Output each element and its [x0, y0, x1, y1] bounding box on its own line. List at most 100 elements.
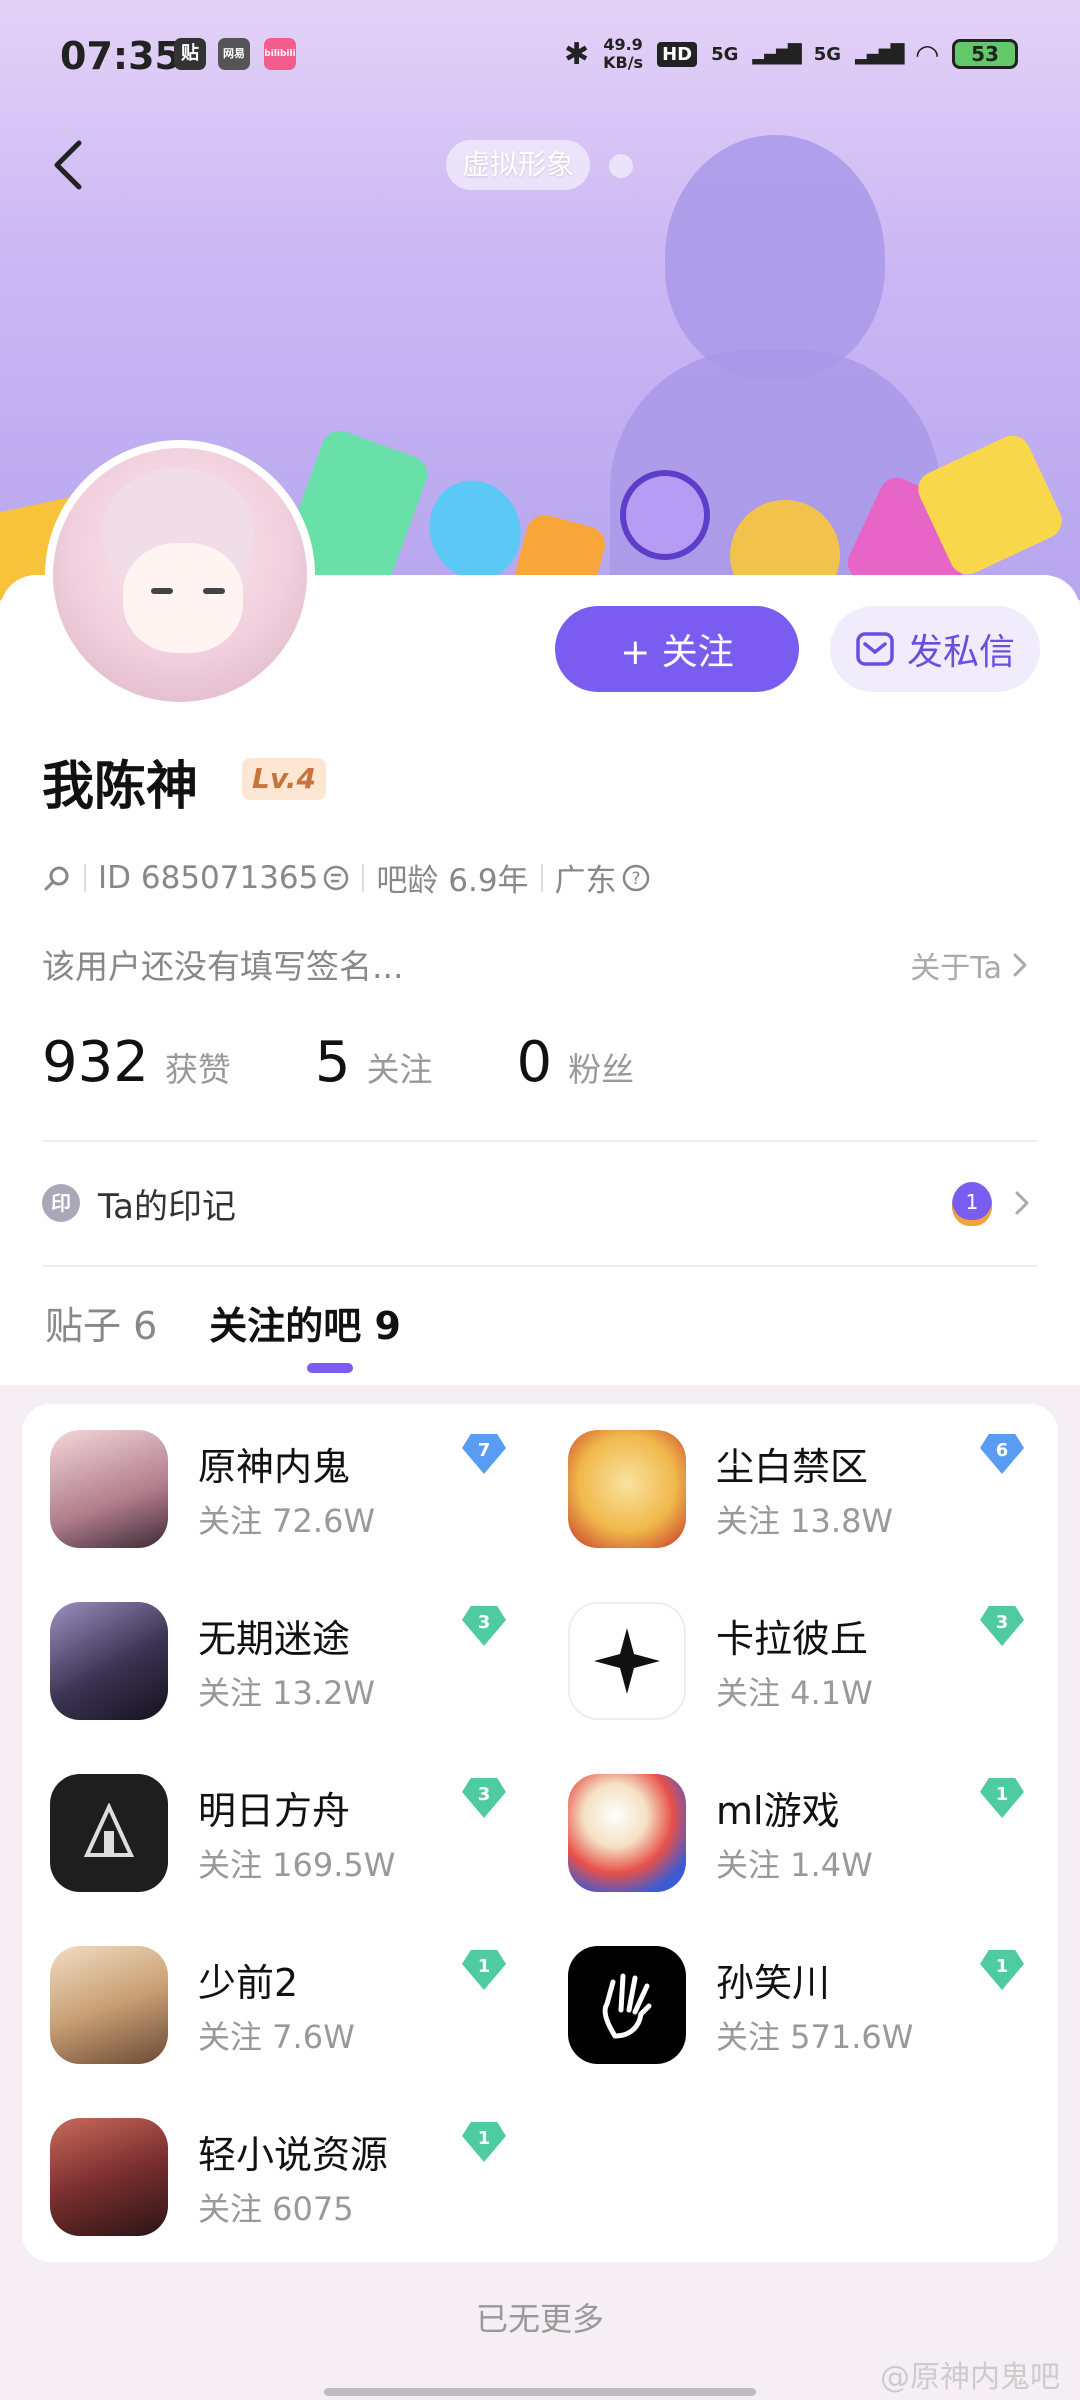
forum-followers: 关注 1.4W	[716, 1846, 873, 1884]
battery-icon: 53	[952, 39, 1018, 69]
home-indicator[interactable]	[324, 2388, 756, 2396]
stat-value: 5	[314, 1030, 351, 1095]
stat-value: 932	[42, 1030, 149, 1095]
signal-5g-icon: 5G	[813, 43, 842, 65]
divider	[42, 1265, 1038, 1267]
about-link[interactable]: 关于Ta	[910, 943, 1030, 987]
avatar-eye	[203, 588, 225, 594]
forum-item[interactable]: 卡拉彼丘 关注 4.1W 3	[540, 1576, 1040, 1720]
kalabiqiu-logo-icon	[594, 1628, 660, 1694]
stat-fans[interactable]: 0 粉丝	[517, 1030, 635, 1095]
avatar-novel	[50, 2118, 168, 2236]
avatar-wuqi	[50, 1602, 168, 1720]
hd-icon: HD	[657, 41, 698, 67]
net-speed: 49.9 KB/s	[603, 36, 643, 72]
forum-name: 卡拉彼丘	[716, 1617, 869, 1661]
stat-label: 粉丝	[568, 1050, 635, 1089]
about-label: 关于Ta	[910, 951, 1002, 986]
status-bar: 07:35 贴 网易 bilibili ✱ 49.9 KB/s HD 5G ▂▄…	[0, 22, 1080, 92]
follow-button[interactable]: + 关注	[555, 606, 799, 692]
forum-followers: 关注 13.8W	[716, 1502, 894, 1540]
forum-item[interactable]: 明日方舟 关注 169.5W 3	[22, 1748, 522, 1892]
question-icon[interactable]: ?	[621, 863, 651, 893]
forum-item[interactable]: 原神内鬼 关注 72.6W 7	[22, 1404, 522, 1548]
rhodes-island-logo-icon	[83, 1803, 135, 1857]
forum-followers: 关注 571.6W	[716, 2018, 914, 2056]
tab-indicator	[307, 1363, 353, 1373]
meta-divider	[540, 863, 543, 892]
user-stats: 932 获赞 5 关注 0 粉丝	[42, 1030, 718, 1095]
forum-name: 明日方舟	[198, 1789, 351, 1833]
stat-following[interactable]: 5 关注	[315, 1030, 433, 1095]
level-diamond-icon: 1	[462, 1950, 506, 1990]
level-badge[interactable]: Lv.4	[242, 758, 326, 800]
avatar-genshin	[50, 1430, 168, 1548]
seal-label: Ta的印记	[98, 1186, 236, 1227]
bluetooth-icon: ✱	[563, 36, 590, 72]
stat-label: 关注	[366, 1050, 433, 1089]
status-indicators: ✱ 49.9 KB/s HD 5G ▂▄▆█ 5G ▂▄▆█ ◠ 53	[564, 36, 1018, 72]
search-icon[interactable]	[42, 863, 72, 893]
avatar-sunxiaochuan	[568, 1946, 686, 2064]
profile-tabs: 贴子 6 关注的吧 9	[45, 1295, 401, 1350]
avatar-kalabiqiu	[568, 1602, 686, 1720]
watermark: @原神内鬼吧	[880, 2360, 1060, 2395]
tab-posts[interactable]: 贴子 6	[45, 1295, 157, 1350]
forum-followers: 关注 6075	[198, 2190, 354, 2228]
seal-icon: 印	[42, 1184, 80, 1222]
follow-button-label: + 关注	[620, 632, 734, 673]
signal-bars-icon: ▂▄▆█	[752, 43, 801, 65]
virtual-avatar-silhouette-head	[665, 135, 885, 380]
tab-followed-bars[interactable]: 关注的吧 9	[209, 1295, 401, 1350]
forum-item[interactable]: ml游戏 关注 1.4W 1	[540, 1748, 1040, 1892]
bar-age: 吧龄 6.9年	[376, 863, 529, 899]
signal-5g-icon: 5G	[711, 43, 739, 65]
level-diamond-icon: 1	[980, 1778, 1024, 1818]
forum-followers: 关注 72.6W	[198, 1502, 376, 1540]
forum-name: 无期迷途	[198, 1617, 351, 1661]
netease-app-icon: 网易	[218, 38, 250, 70]
divider	[42, 1140, 1038, 1142]
user-meta-row: ID 685071365 吧龄 6.9年 广东 ?	[42, 855, 651, 900]
avatar-eye	[151, 588, 173, 594]
stat-likes[interactable]: 932 获赞	[42, 1030, 231, 1095]
seal-row[interactable]: 印 Ta的印记 1	[42, 1170, 1038, 1236]
forum-name: 尘白禁区	[716, 1445, 869, 1489]
hand-icon	[602, 1973, 652, 2039]
stat-label: 获赞	[164, 1050, 231, 1089]
forum-followers: 关注 169.5W	[198, 1846, 396, 1884]
chevron-right-icon	[1013, 953, 1027, 977]
forum-item[interactable]: 少前2 关注 7.6W 1	[22, 1920, 522, 2064]
svg-text:?: ?	[631, 869, 640, 889]
followed-bars-list: 原神内鬼 关注 72.6W 7 尘白禁区 关注 13.8W 6 无期迷途 关注 …	[22, 1404, 1058, 2262]
level-diamond-icon: 3	[980, 1606, 1024, 1646]
forum-item[interactable]: 轻小说资源 关注 6075 1	[22, 2092, 522, 2236]
level-diamond-icon: 1	[980, 1950, 1024, 1990]
forum-followers: 关注 13.2W	[198, 1674, 376, 1712]
avatar-chenbai	[568, 1430, 686, 1548]
virtual-avatar-chip[interactable]: 虚拟形象	[446, 140, 591, 190]
no-more-label: 已无更多	[475, 2300, 604, 2338]
forum-item[interactable]: 尘白禁区 关注 13.8W 6	[540, 1404, 1040, 1548]
private-message-button[interactable]: 发私信	[830, 606, 1040, 692]
level-diamond-icon: 7	[462, 1434, 506, 1474]
level-diamond-icon: 3	[462, 1606, 506, 1646]
copy-icon[interactable]	[322, 864, 350, 892]
forum-name: 孙笑川	[716, 1961, 831, 2005]
user-location: 广东	[554, 863, 617, 899]
avatar-mario	[568, 1774, 686, 1892]
forum-name: ml游戏	[716, 1789, 840, 1833]
private-message-label: 发私信	[906, 632, 1015, 673]
user-signature: 该用户还没有填写签名...	[42, 947, 404, 986]
forum-item[interactable]: 无期迷途 关注 13.2W 3	[22, 1576, 522, 1720]
avatar-face	[123, 543, 243, 653]
avatar-shaoqian	[50, 1946, 168, 2064]
chevron-right-icon	[1015, 1191, 1029, 1215]
forum-item[interactable]: 孙笑川 关注 571.6W 1	[540, 1920, 1040, 2064]
net-speed-unit: KB/s	[603, 53, 644, 72]
back-button[interactable]	[45, 135, 95, 195]
bilibili-app-icon: bilibili	[264, 38, 296, 70]
avatar[interactable]	[45, 440, 315, 710]
wifi-icon: ◠	[916, 37, 938, 71]
avatar-image	[53, 448, 307, 702]
